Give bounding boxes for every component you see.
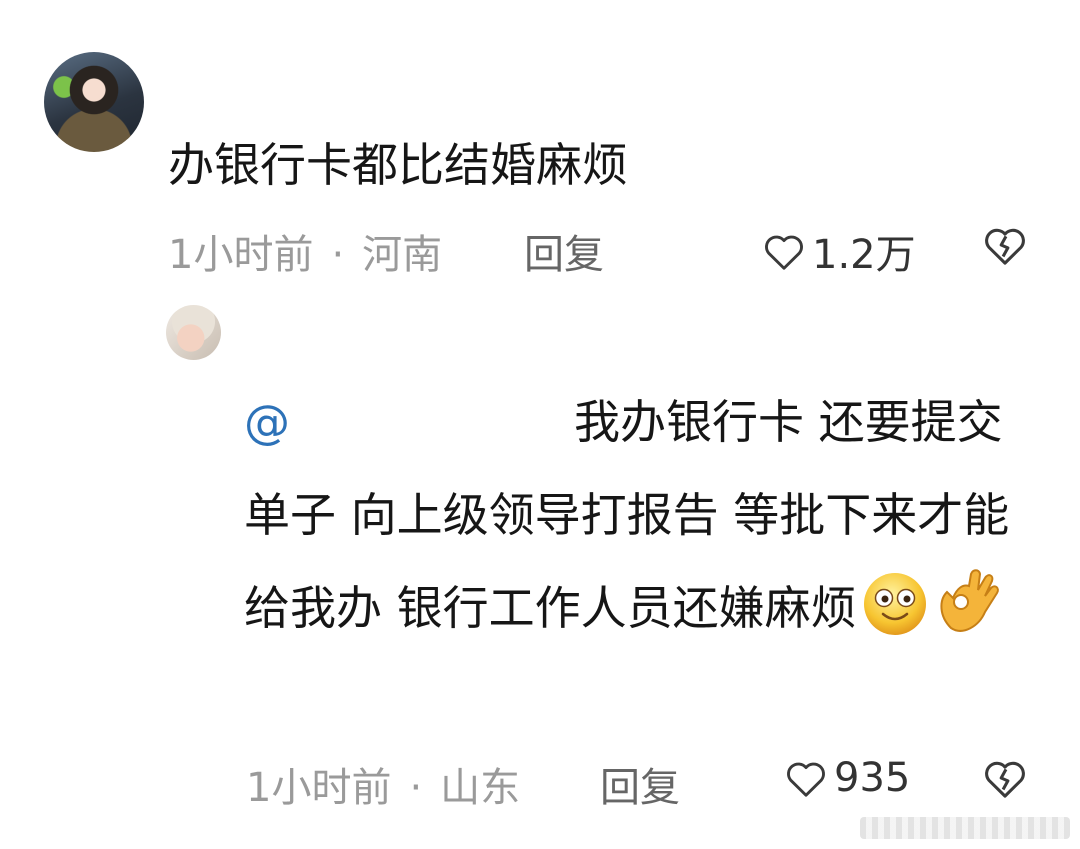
smirk-face-emoji [859,570,931,669]
like-count: 935 [834,755,911,801]
heart-icon [784,758,828,798]
reply-button[interactable]: 回复 [600,755,680,813]
watermark [860,817,1070,839]
location: 河南 [362,232,443,278]
broken-heart-icon [982,224,1028,266]
reply-button[interactable]: 回复 [524,222,604,280]
timestamp: 1小时前 [246,765,392,811]
heart-icon [762,231,806,271]
broken-heart-icon [982,757,1028,799]
dislike-button[interactable] [982,757,1028,799]
comment-text: 办银行卡都比结婚麻烦 [168,138,628,192]
separator: · [409,765,423,811]
like-button[interactable]: 1.2万 [762,222,916,280]
location: 山东 [440,765,521,811]
reply-avatar[interactable] [166,305,221,360]
timestamp: 1小时前 [168,232,314,278]
mention-link[interactable]: @ [244,395,290,449]
reply-text-first-line: 我办银行卡 还要提 [574,395,957,449]
avatar[interactable] [44,52,144,152]
reply-meta: 1小时前 · 山东 [246,755,520,813]
reply-text: @ 我办银行卡 还要提交单子 向上级领导打报告 等批下来才能给我办 银行工作人员还… [244,376,1024,669]
ok-hand-emoji [933,566,1003,669]
like-button[interactable]: 935 [784,755,910,801]
separator: · [331,232,345,278]
dislike-button[interactable] [982,224,1028,266]
comment-meta: 1小时前 · 河南 [168,222,442,280]
like-count: 1.2万 [812,232,916,278]
